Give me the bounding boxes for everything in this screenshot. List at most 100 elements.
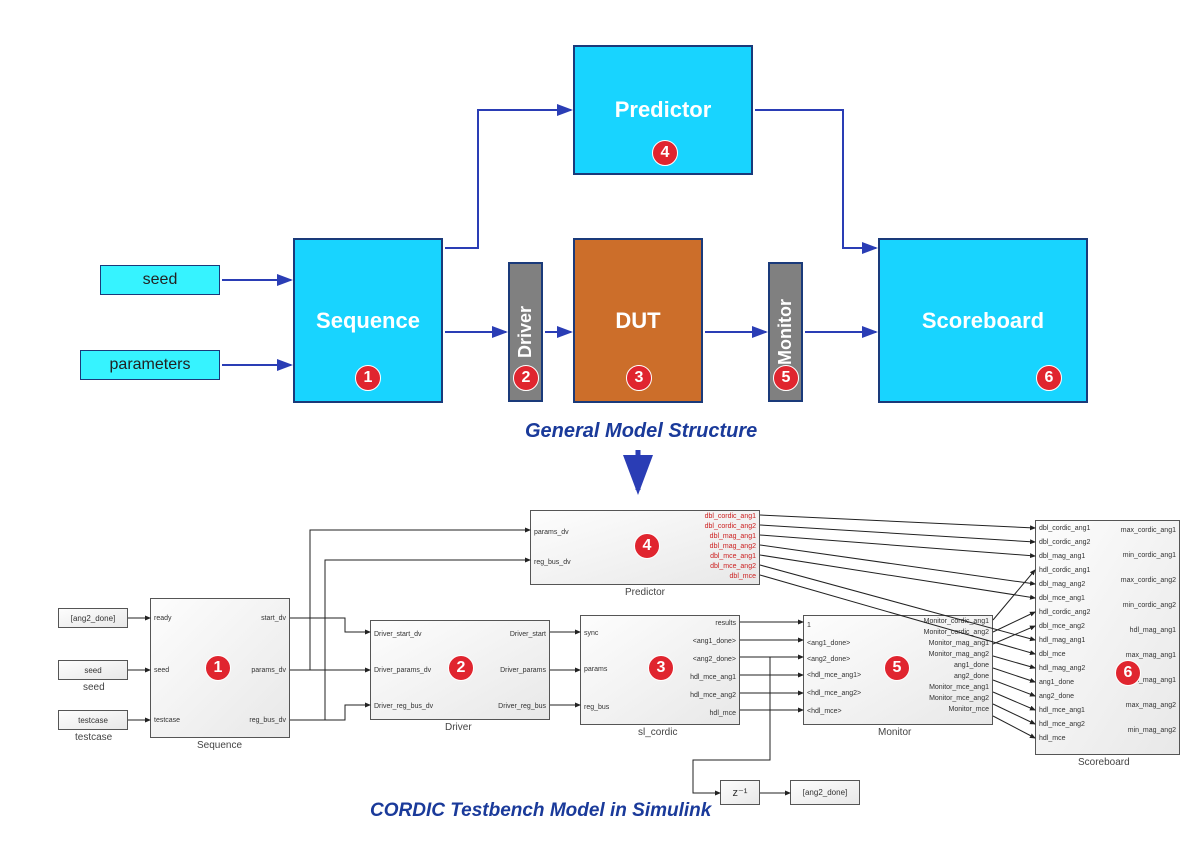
dut-in-2: reg_bus: [584, 704, 609, 711]
sb-in-0: dbl_cordic_ang1: [1039, 525, 1090, 532]
sim-badge-3: 3: [648, 655, 674, 681]
pred-out-6: dbl_mce: [730, 573, 756, 580]
mon-in-5: <hdl_mce>: [807, 708, 842, 715]
dut-label: DUT: [615, 308, 660, 334]
testcase-tag-label: testcase: [75, 732, 112, 743]
badge-1: 1: [355, 365, 381, 391]
delay-block: z⁻¹: [720, 780, 760, 805]
badge-2: 2: [513, 365, 539, 391]
sb-in-12: ang2_done: [1039, 693, 1074, 700]
sb-in-5: dbl_mce_ang1: [1039, 595, 1085, 602]
scoreboard-label: Scoreboard: [922, 308, 1044, 334]
mon-in-1: <ang1_done>: [807, 640, 850, 647]
pred-out-4: dbl_mce_ang1: [710, 553, 756, 560]
sb-out-3: min_cordic_ang2: [1123, 602, 1176, 609]
seq-in-testcase: testcase: [154, 717, 180, 724]
dut-in-1: params: [584, 666, 607, 673]
ang2-done-tag: [ang2_done]: [58, 608, 128, 628]
sim-slcordic-label: sl_cordic: [638, 727, 677, 738]
sim-badge-6: 6: [1115, 660, 1141, 686]
sb-in-14: hdl_mce_ang2: [1039, 721, 1085, 728]
drv-in-1: Driver_params_dv: [374, 667, 431, 674]
mon-in-0: 1: [807, 622, 811, 629]
drv-in-0: Driver_start_dv: [374, 631, 421, 638]
seq-in-seed: seed: [154, 667, 169, 674]
sim-predictor-label: Predictor: [625, 587, 665, 598]
sim-badge-4: 4: [634, 533, 660, 559]
dut-out-5: hdl_mce: [710, 710, 736, 717]
seed-tag-label: seed: [83, 682, 105, 693]
sim-badge-2: 2: [448, 655, 474, 681]
sb-in-15: hdl_mce: [1039, 735, 1065, 742]
sim-monitor-label: Monitor: [878, 727, 911, 738]
mon-out-2: Monitor_mag_ang1: [929, 640, 989, 647]
sb-in-8: hdl_mag_ang1: [1039, 637, 1085, 644]
sb-in-4: dbl_mag_ang2: [1039, 581, 1085, 588]
sb-in-3: hdl_cordic_ang1: [1039, 567, 1090, 574]
seed-label: seed: [143, 271, 178, 289]
sb-out-5: max_mag_ang1: [1126, 652, 1176, 659]
sb-in-2: dbl_mag_ang1: [1039, 553, 1085, 560]
testcase-tag: testcase: [58, 710, 128, 730]
seed-input-block: seed: [100, 265, 220, 295]
dut-out-0: results: [715, 620, 736, 627]
monitor-label: Monitor: [775, 299, 796, 365]
sb-out-2: max_cordic_ang2: [1121, 577, 1176, 584]
dut-out-4: hdl_mce_ang2: [690, 692, 736, 699]
mon-out-6: Monitor_mce_ang1: [929, 684, 989, 691]
mon-out-4: ang1_done: [954, 662, 989, 669]
sb-in-11: ang1_done: [1039, 679, 1074, 686]
driver-label: Driver: [515, 306, 536, 358]
sb-in-13: hdl_mce_ang1: [1039, 707, 1085, 714]
badge-3: 3: [626, 365, 652, 391]
sb-in-1: dbl_cordic_ang2: [1039, 539, 1090, 546]
dut-out-2: <ang2_done>: [693, 656, 736, 663]
dut-in-0: sync: [584, 630, 598, 637]
diagram-canvas: seed parameters Sequence 1 Driver 2 DUT …: [0, 0, 1200, 860]
dut-out-1: <ang1_done>: [693, 638, 736, 645]
mon-in-4: <hdl_mce_ang2>: [807, 690, 861, 697]
predictor-label: Predictor: [615, 97, 712, 123]
mon-in-2: <ang2_done>: [807, 656, 850, 663]
sb-out-8: min_mag_ang2: [1128, 727, 1176, 734]
mon-out-1: Monitor_cordic_ang2: [924, 629, 989, 636]
mon-out-7: Monitor_mce_ang2: [929, 695, 989, 702]
pred-in-0: params_dv: [534, 529, 569, 536]
dut-out-3: hdl_mce_ang1: [690, 674, 736, 681]
drv-out-0: Driver_start: [510, 631, 546, 638]
sim-sequence-label: Sequence: [197, 740, 242, 751]
sb-out-7: max_mag_ang2: [1126, 702, 1176, 709]
pred-out-2: dbl_mag_ang1: [710, 533, 756, 540]
badge-4: 4: [652, 140, 678, 166]
mon-out-3: Monitor_mag_ang2: [929, 651, 989, 658]
pred-out-3: dbl_mag_ang2: [710, 543, 756, 550]
sb-in-7: dbl_mce_ang2: [1039, 623, 1085, 630]
drv-out-2: Driver_reg_bus: [498, 703, 546, 710]
general-caption: General Model Structure: [525, 420, 757, 443]
badge-6: 6: [1036, 365, 1062, 391]
sb-out-4: hdl_mag_ang1: [1130, 627, 1176, 634]
pred-in-1: reg_bus_dv: [534, 559, 571, 566]
mon-out-5: ang2_done: [954, 673, 989, 680]
mon-out-0: Monitor_cordic_ang1: [924, 618, 989, 625]
sim-scoreboard-label: Scoreboard: [1078, 757, 1130, 768]
seq-out-startdv: start_dv: [261, 615, 286, 622]
seq-out-paramsdv: params_dv: [251, 667, 286, 674]
ang2-done-out-tag: [ang2_done]: [790, 780, 860, 805]
drv-in-2: Driver_reg_bus_dv: [374, 703, 433, 710]
mon-in-3: <hdl_mce_ang1>: [807, 672, 861, 679]
parameters-input-block: parameters: [80, 350, 220, 380]
pred-out-0: dbl_cordic_ang1: [705, 513, 756, 520]
sb-in-10: hdl_mag_ang2: [1039, 665, 1085, 672]
sb-in-9: dbl_mce: [1039, 651, 1065, 658]
sb-out-1: min_cordic_ang1: [1123, 552, 1176, 559]
sim-scoreboard-block: dbl_cordic_ang1 dbl_cordic_ang2 dbl_mag_an…: [1035, 520, 1180, 755]
parameters-label: parameters: [110, 356, 191, 374]
seed-tag: seed: [58, 660, 128, 680]
sim-badge-1: 1: [205, 655, 231, 681]
sim-badge-5: 5: [884, 655, 910, 681]
mon-out-8: Monitor_mce: [949, 706, 989, 713]
pred-out-5: dbl_mce_ang2: [710, 563, 756, 570]
sequence-label: Sequence: [316, 308, 420, 334]
drv-out-1: Driver_params: [500, 667, 546, 674]
